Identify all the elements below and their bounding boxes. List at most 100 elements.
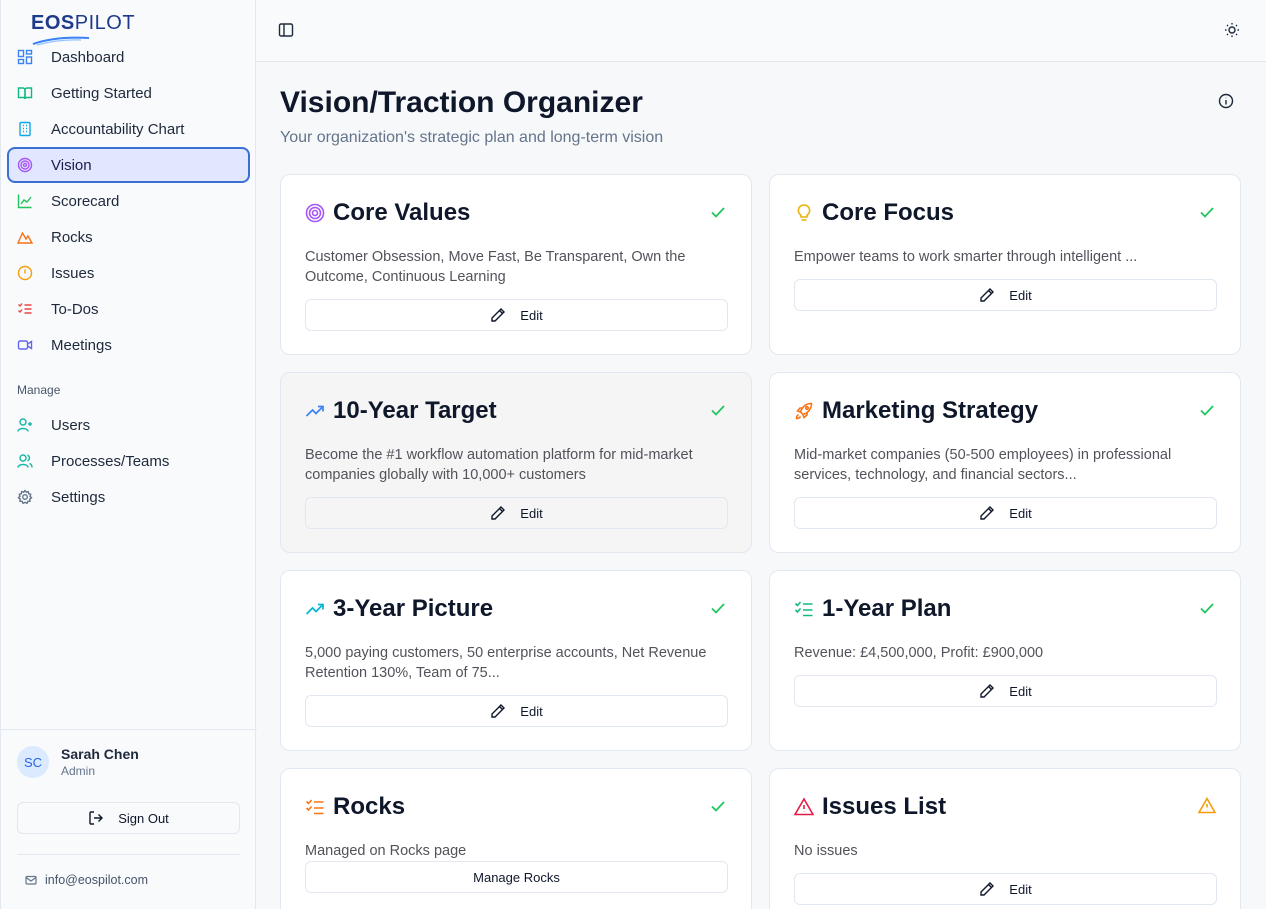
- manage-section-label: Manage: [17, 383, 61, 397]
- card-title: 1-Year Plan: [822, 595, 952, 622]
- sidebar-item-getting-started[interactable]: Getting Started: [7, 75, 250, 111]
- sidebar-item-label: Users: [51, 416, 91, 434]
- card-core-focus: Core Focus Empower teams to work smarter…: [769, 174, 1241, 355]
- pencil-icon: [490, 307, 506, 323]
- sidebar-item-accountability-chart[interactable]: Accountability Chart: [7, 111, 250, 147]
- book-icon: [17, 85, 33, 101]
- rocket-icon: [794, 401, 814, 421]
- mail-icon: [25, 874, 37, 886]
- check-icon: [1198, 203, 1216, 221]
- edit-button[interactable]: Edit: [305, 299, 728, 331]
- trending-up-icon: [305, 401, 325, 421]
- chart-line-icon: [17, 193, 33, 209]
- building-icon: [17, 121, 33, 137]
- card-text: Become the #1 workflow automation platfo…: [305, 447, 693, 483]
- sidebar-item-processes-teams[interactable]: Processes/Teams: [7, 443, 250, 479]
- check-icon: [1198, 401, 1216, 419]
- card-10-year-target: 10-Year Target Become the #1 workflow au…: [280, 372, 752, 553]
- sidebar-item-label: Scorecard: [51, 192, 120, 210]
- sidebar-nav: Dashboard Getting Started Accountability…: [7, 39, 250, 515]
- sidebar-item-todos[interactable]: To-Dos: [7, 291, 250, 327]
- sidebar-item-label: Getting Started: [51, 84, 152, 102]
- user-name: Sarah Chen: [61, 746, 139, 762]
- pencil-icon: [979, 505, 995, 521]
- user-plus-icon: [17, 417, 33, 433]
- manage-rocks-button[interactable]: Manage Rocks: [305, 861, 728, 893]
- sun-icon[interactable]: [1224, 22, 1240, 38]
- sign-out-label: Sign Out: [118, 810, 169, 826]
- edit-button[interactable]: Edit: [794, 675, 1217, 707]
- target-icon: [17, 157, 33, 173]
- lightbulb-icon: [794, 203, 814, 223]
- video-icon: [17, 337, 33, 353]
- pencil-icon: [490, 703, 506, 719]
- check-icon: [709, 203, 727, 221]
- alert-triangle-icon: [794, 797, 814, 817]
- info-icon[interactable]: [1218, 93, 1234, 109]
- card-title: Core Focus: [822, 199, 955, 226]
- card-title: Marketing Strategy: [822, 397, 1039, 424]
- user-role: Admin: [61, 764, 96, 778]
- edit-button[interactable]: Edit: [794, 873, 1217, 905]
- sign-out-button[interactable]: Sign Out: [17, 802, 240, 834]
- dashboard-icon: [17, 49, 33, 65]
- pencil-icon: [979, 881, 995, 897]
- sidebar-item-rocks[interactable]: Rocks: [7, 219, 250, 255]
- list-checks-icon: [305, 797, 325, 817]
- card-title: Rocks: [333, 793, 406, 820]
- pencil-icon: [979, 683, 995, 699]
- sidebar-item-label: Settings: [51, 488, 106, 506]
- pencil-icon: [490, 505, 506, 521]
- edit-button-label: Edit: [1009, 683, 1032, 699]
- card-marketing-strategy: Marketing Strategy Mid-market companies …: [769, 372, 1241, 553]
- card-1-year-plan: 1-Year Plan Revenue: £4,500,000, Profit:…: [769, 570, 1241, 751]
- check-icon: [1198, 599, 1216, 617]
- logo-bold: EOS: [31, 12, 75, 34]
- sidebar-item-label: Accountability Chart: [51, 120, 185, 138]
- sidebar-item-label: Vision: [51, 156, 92, 174]
- email-text: info@eospilot.com: [45, 873, 149, 887]
- edit-button-label: Edit: [520, 703, 543, 719]
- card-text: 5,000 paying customers, 50 enterprise ac…: [305, 645, 707, 681]
- edit-button[interactable]: Edit: [305, 497, 728, 529]
- contact-email[interactable]: info@eospilot.com: [25, 873, 148, 887]
- sidebar-item-vision[interactable]: Vision: [7, 147, 250, 183]
- sidebar-item-users[interactable]: Users: [7, 407, 250, 443]
- log-out-icon: [88, 810, 104, 826]
- trending-up-icon: [305, 599, 325, 619]
- main-content: Vision/Traction Organizer Your organizat…: [256, 62, 1266, 909]
- card-title: Core Values: [333, 199, 471, 226]
- sidebar-toggle-icon[interactable]: [278, 22, 294, 38]
- sidebar: EOSPILOT Dashboard Getting Started Accou…: [0, 0, 257, 909]
- card-text: Empower teams to work smarter through in…: [794, 249, 1138, 265]
- sidebar-item-settings[interactable]: Settings: [7, 479, 250, 515]
- manage-rocks-label: Manage Rocks: [473, 869, 560, 885]
- list-checks-icon: [794, 599, 814, 619]
- edit-button[interactable]: Edit: [794, 497, 1217, 529]
- sidebar-item-label: Meetings: [51, 336, 112, 354]
- sidebar-item-dashboard[interactable]: Dashboard: [7, 39, 250, 75]
- check-icon: [709, 401, 727, 419]
- mountain-icon: [17, 229, 33, 245]
- card-title: 3-Year Picture: [333, 595, 494, 622]
- edit-button[interactable]: Edit: [305, 695, 728, 727]
- edit-button-label: Edit: [1009, 287, 1032, 303]
- warning-icon: [1198, 797, 1216, 815]
- sidebar-item-issues[interactable]: Issues: [7, 255, 250, 291]
- edit-button[interactable]: Edit: [794, 279, 1217, 311]
- card-text: Mid-market companies (50-500 employees) …: [794, 447, 1172, 483]
- target-icon: [305, 203, 325, 223]
- pencil-icon: [979, 287, 995, 303]
- card-title: Issues List: [822, 793, 947, 820]
- check-icon: [709, 599, 727, 617]
- edit-button-label: Edit: [520, 307, 543, 323]
- sidebar-item-meetings[interactable]: Meetings: [7, 327, 250, 363]
- sidebar-item-label: Issues: [51, 264, 95, 282]
- card-text: Customer Obsession, Move Fast, Be Transp…: [305, 249, 686, 285]
- gear-icon: [17, 489, 33, 505]
- user-profile[interactable]: SC Sarah Chen Admin: [17, 746, 139, 778]
- page-title: Vision/Traction Organizer: [280, 86, 643, 119]
- card-text: No issues: [794, 843, 858, 859]
- sidebar-item-scorecard[interactable]: Scorecard: [7, 183, 250, 219]
- edit-button-label: Edit: [1009, 881, 1032, 897]
